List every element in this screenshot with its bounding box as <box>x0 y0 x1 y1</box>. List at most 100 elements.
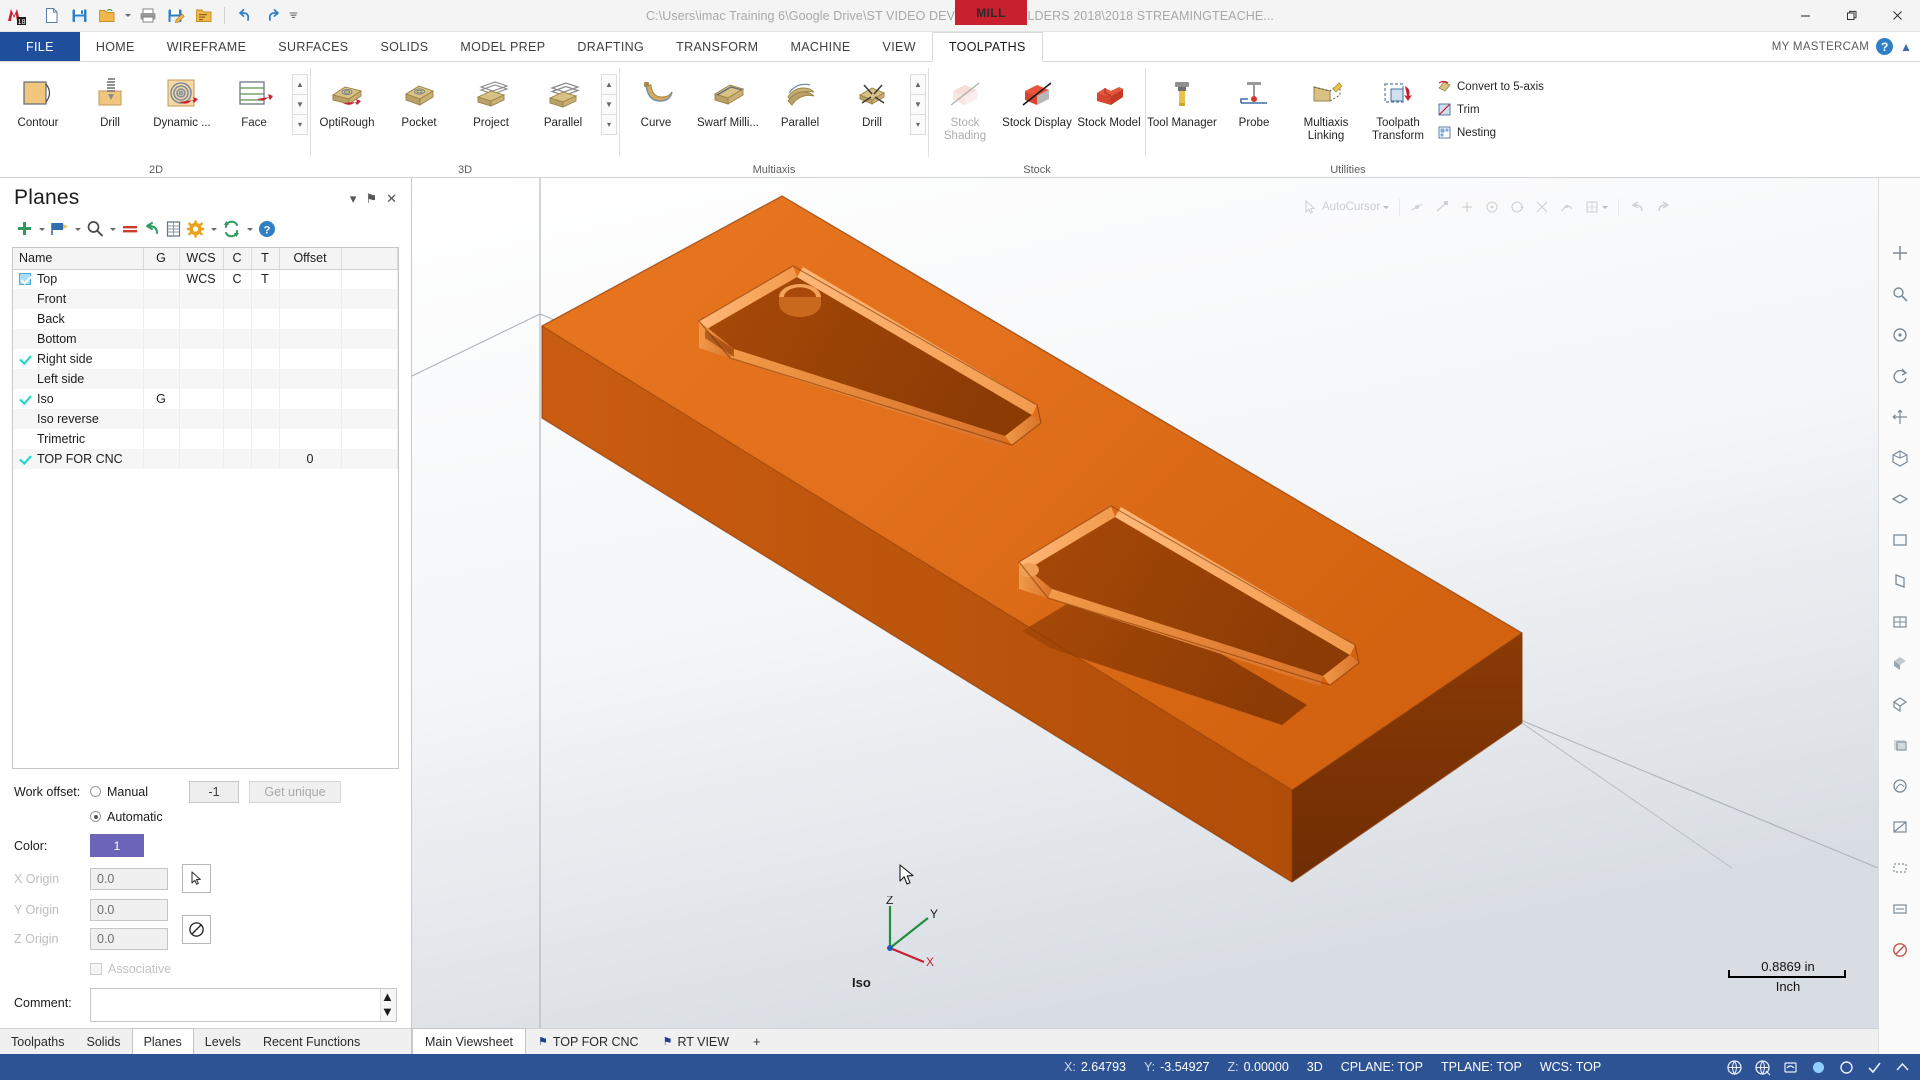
select-plane-chevron-down-icon[interactable] <box>72 217 83 241</box>
gallery-ma-scroll-down-icon[interactable]: ▼ <box>910 94 926 115</box>
plane-wcs-cell[interactable] <box>179 409 224 429</box>
plane-g-cell[interactable] <box>143 329 180 349</box>
plane-g-cell[interactable] <box>143 269 180 289</box>
find-plane-magnifier-icon[interactable] <box>85 217 105 241</box>
tab-drafting[interactable]: DRAFTING <box>561 32 660 61</box>
tool-manager-button[interactable]: Tool Manager <box>1146 70 1218 150</box>
table-row[interactable]: Iso G <box>13 389 398 409</box>
nesting-button[interactable]: Nesting <box>1434 122 1550 143</box>
tab-home[interactable]: HOME <box>80 32 151 61</box>
plane-wcs-cell[interactable] <box>179 329 224 349</box>
autocursor-chevron-down-icon[interactable] <box>1383 205 1390 209</box>
plane-check-placeholder[interactable] <box>19 293 31 305</box>
table-row[interactable]: Left side <box>13 369 398 389</box>
viewsheet-top-for-cnc[interactable]: ⚑ TOP FOR CNC <box>526 1029 651 1054</box>
table-row[interactable]: Front <box>13 289 398 309</box>
clear-origin-button[interactable] <box>182 915 211 944</box>
select-plane-flag-icon[interactable] <box>49 217 70 241</box>
plane-g-cell[interactable] <box>143 429 180 449</box>
autocursor-button[interactable]: AutoCursor <box>1300 199 1393 215</box>
open-file-chevron-down-icon[interactable] <box>122 3 133 29</box>
gallery-expand-icon[interactable]: ▾ <box>292 114 308 135</box>
snap-endpoint-button[interactable] <box>1431 200 1453 214</box>
column-offset[interactable]: Offset <box>279 248 342 270</box>
save-as-button[interactable] <box>163 3 189 29</box>
plane-wcs-cell[interactable]: WCS <box>179 269 224 289</box>
probe-button[interactable]: Probe <box>1218 70 1290 150</box>
plane-check-placeholder[interactable] <box>19 373 31 385</box>
plane-name-cell[interactable]: Trimetric <box>13 429 144 449</box>
plane-c-cell[interactable] <box>223 429 252 449</box>
curve-multiaxis-button[interactable]: Curve <box>620 70 692 150</box>
viewport-canvas[interactable] <box>412 178 1878 1028</box>
panel-tab-toolpaths[interactable]: Toolpaths <box>0 1029 76 1054</box>
3d-gallery-spinner[interactable]: ▲ ▼ ▾ <box>601 74 617 135</box>
snap-center-button[interactable] <box>1481 200 1503 214</box>
view-redo-button[interactable] <box>1652 200 1676 214</box>
material-icon[interactable] <box>1885 771 1915 801</box>
plane-settings-chevron-down-icon[interactable] <box>208 217 219 241</box>
help-icon[interactable]: ? <box>1876 38 1894 55</box>
refresh-planes-icon[interactable] <box>221 217 242 241</box>
zoom-window-icon[interactable] <box>1885 279 1915 309</box>
save-button[interactable] <box>66 3 92 29</box>
refresh-planes-chevron-down-icon[interactable] <box>244 217 255 241</box>
swarf-mill-button[interactable]: Swarf Milli... <box>692 70 764 150</box>
plane-active-checkbox[interactable] <box>19 273 31 286</box>
undo-button[interactable] <box>232 3 258 29</box>
plane-g-cell[interactable] <box>143 449 180 469</box>
x-origin-input[interactable]: 0.0 <box>90 867 168 890</box>
close-button[interactable] <box>1874 0 1920 32</box>
my-mastercam-link[interactable]: MY MASTERCAM <box>1772 41 1869 53</box>
plane-t-cell[interactable] <box>251 309 280 329</box>
status-wcs[interactable]: WCS: TOP <box>1531 1060 1610 1074</box>
plane-name-cell[interactable]: Left side <box>13 369 144 389</box>
plane-t-cell[interactable] <box>251 349 280 369</box>
undo-plane-arrow-icon[interactable] <box>142 217 162 241</box>
pick-origin-button[interactable] <box>182 864 211 893</box>
plane-t-cell[interactable] <box>251 289 280 309</box>
plane-c-cell[interactable] <box>223 309 252 329</box>
translucency-icon[interactable] <box>1885 730 1915 760</box>
y-origin-input[interactable]: 0.0 <box>90 898 168 921</box>
plane-check-placeholder[interactable] <box>19 433 31 445</box>
z-origin-input[interactable]: 0.0 <box>90 927 168 950</box>
plane-t-cell[interactable] <box>251 409 280 429</box>
plane-check-placeholder[interactable] <box>19 333 31 345</box>
tab-surfaces[interactable]: SURFACES <box>262 32 364 61</box>
plane-wcs-cell[interactable] <box>179 349 224 369</box>
plane-wcs-cell[interactable] <box>179 369 224 389</box>
front-view-icon[interactable] <box>1885 525 1915 555</box>
stock-model-button[interactable]: Stock Model <box>1073 70 1145 150</box>
create-new-plane-plus-icon[interactable] <box>14 217 34 241</box>
plane-g-cell[interactable] <box>143 289 180 309</box>
tab-transform[interactable]: TRANSFORM <box>660 32 774 61</box>
multiaxis-gallery-spinner[interactable]: ▲ ▼ ▾ <box>910 74 926 135</box>
dynamic-rotate-icon[interactable] <box>1885 361 1915 391</box>
plane-c-cell[interactable] <box>223 349 252 369</box>
plane-selected-check-icon[interactable] <box>19 353 31 365</box>
tab-toolpaths[interactable]: TOOLPATHS <box>931 32 1043 62</box>
convert-to-5-axis-button[interactable]: Convert to 5-axis <box>1434 76 1550 97</box>
plane-check-placeholder[interactable] <box>19 313 31 325</box>
column-c[interactable]: C <box>223 248 252 270</box>
plane-offset-cell[interactable] <box>279 329 342 349</box>
viewsheet-main[interactable]: Main Viewsheet <box>412 1028 527 1054</box>
plane-wcs-cell[interactable] <box>179 449 224 469</box>
automatic-radio[interactable] <box>90 811 101 822</box>
verify-icon[interactable] <box>1862 1056 1886 1078</box>
face-toolpath-button[interactable]: Face <box>218 70 290 150</box>
plane-wcs-cell[interactable] <box>179 429 224 449</box>
plane-g-cell[interactable] <box>143 409 180 429</box>
find-plane-chevron-down-icon[interactable] <box>107 217 118 241</box>
minimize-panel-icon[interactable]: ▾ <box>350 192 357 205</box>
plane-wcs-cell[interactable] <box>179 289 224 309</box>
plane-settings-gear-icon[interactable] <box>185 217 206 241</box>
create-plane-chevron-down-icon[interactable] <box>36 217 47 241</box>
parallel-3d-button[interactable]: Parallel <box>527 70 599 150</box>
delete-plane-bars-icon[interactable] <box>120 217 140 241</box>
print-button[interactable] <box>135 3 161 29</box>
hide-icon[interactable] <box>1885 935 1915 965</box>
panel-tab-solids[interactable]: Solids <box>76 1029 132 1054</box>
isometric-view-icon[interactable] <box>1885 443 1915 473</box>
